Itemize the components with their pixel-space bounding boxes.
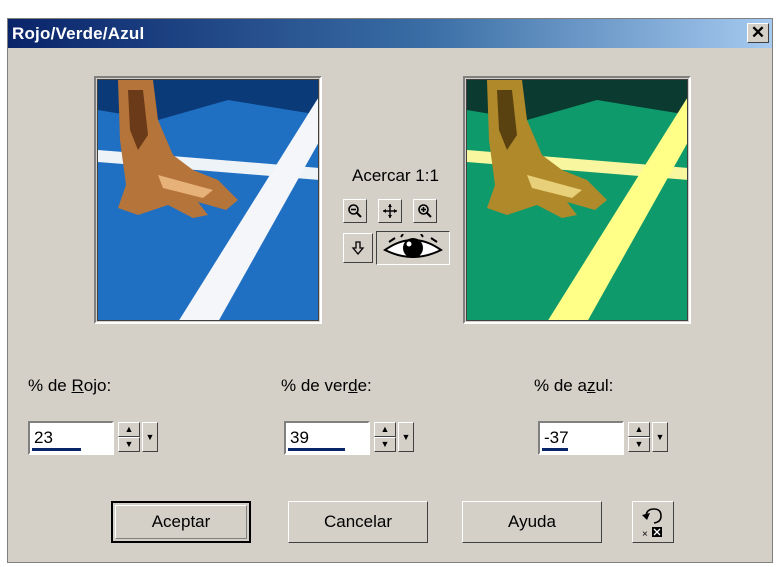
green-slider-bar[interactable]: [288, 448, 345, 451]
green-label-suffix: e:: [357, 376, 372, 395]
red-label: % de Rojo:: [28, 376, 111, 396]
dialog-window: Rojo/Verde/Azul ✕ Acercar 1:1 % de Rojo:…: [7, 18, 773, 563]
help-button[interactable]: Ayuda: [462, 501, 602, 543]
reset-button[interactable]: ×: [632, 501, 674, 543]
green-label: % de verde:: [281, 376, 372, 396]
blue-label: % de azul:: [534, 376, 613, 396]
arrow-down-icon: [351, 241, 365, 256]
dialog-title: Rojo/Verde/Azul: [12, 24, 145, 43]
blue-dropdown-button[interactable]: ▼: [652, 422, 668, 452]
magnifier-plus-icon: [418, 204, 432, 218]
red-up-button[interactable]: ▲: [118, 422, 140, 437]
svg-text:×: ×: [642, 529, 648, 539]
after-preview[interactable]: [463, 76, 691, 324]
red-slider-bar[interactable]: [32, 448, 82, 451]
red-value: 23: [34, 428, 53, 447]
red-spinner: 23 ▲ ▼ ▼: [28, 421, 166, 455]
red-label-suffix: ojo:: [83, 376, 112, 395]
close-button[interactable]: ✕: [747, 23, 769, 43]
magnifier-minus-icon: [348, 204, 362, 218]
blue-label-prefix: % de a: [534, 376, 587, 395]
zoom-label: Acercar 1:1: [352, 166, 439, 185]
red-label-mnemonic: R: [71, 376, 84, 395]
ok-button[interactable]: Aceptar: [111, 501, 251, 543]
red-down-button[interactable]: ▼: [118, 437, 140, 452]
blue-slider-bar[interactable]: [542, 448, 569, 451]
zoom-out-button[interactable]: [343, 199, 367, 223]
green-label-prefix: % de ver: [281, 376, 349, 395]
green-down-button[interactable]: ▼: [374, 437, 396, 452]
red-input[interactable]: 23: [28, 421, 114, 455]
after-image: [467, 80, 687, 320]
title-bar[interactable]: Rojo/Verde/Azul ✕: [8, 19, 772, 48]
green-spinner: 39 ▲ ▼ ▼: [284, 421, 422, 455]
blue-up-button[interactable]: ▲: [628, 422, 650, 437]
green-up-button[interactable]: ▲: [374, 422, 396, 437]
pan-button[interactable]: [378, 199, 402, 223]
cancel-button[interactable]: Cancelar: [288, 501, 428, 543]
eye-icon: [383, 233, 443, 258]
green-value: 39: [290, 428, 309, 447]
green-label-mnemonic: d: [348, 376, 358, 395]
red-label-prefix: % de: [28, 376, 72, 395]
before-preview[interactable]: [94, 76, 322, 324]
green-input[interactable]: 39: [284, 421, 370, 455]
ok-button-label: Aceptar: [115, 505, 247, 539]
blue-label-suffix: ul:: [595, 376, 614, 395]
blue-down-button[interactable]: ▼: [628, 437, 650, 452]
move-icon: [383, 204, 397, 218]
green-dropdown-button[interactable]: ▼: [398, 422, 414, 452]
red-dropdown-button[interactable]: ▼: [142, 422, 158, 452]
before-image: [98, 80, 318, 320]
zoom-in-button[interactable]: [413, 199, 437, 223]
blue-input[interactable]: -37: [538, 421, 624, 455]
reset-defaults-icon: ×: [642, 508, 662, 540]
proof-button[interactable]: [376, 231, 450, 265]
auto-proof-button[interactable]: [343, 233, 373, 263]
blue-value: -37: [544, 428, 569, 447]
blue-spinner: -37 ▲ ▼ ▼: [538, 421, 676, 455]
